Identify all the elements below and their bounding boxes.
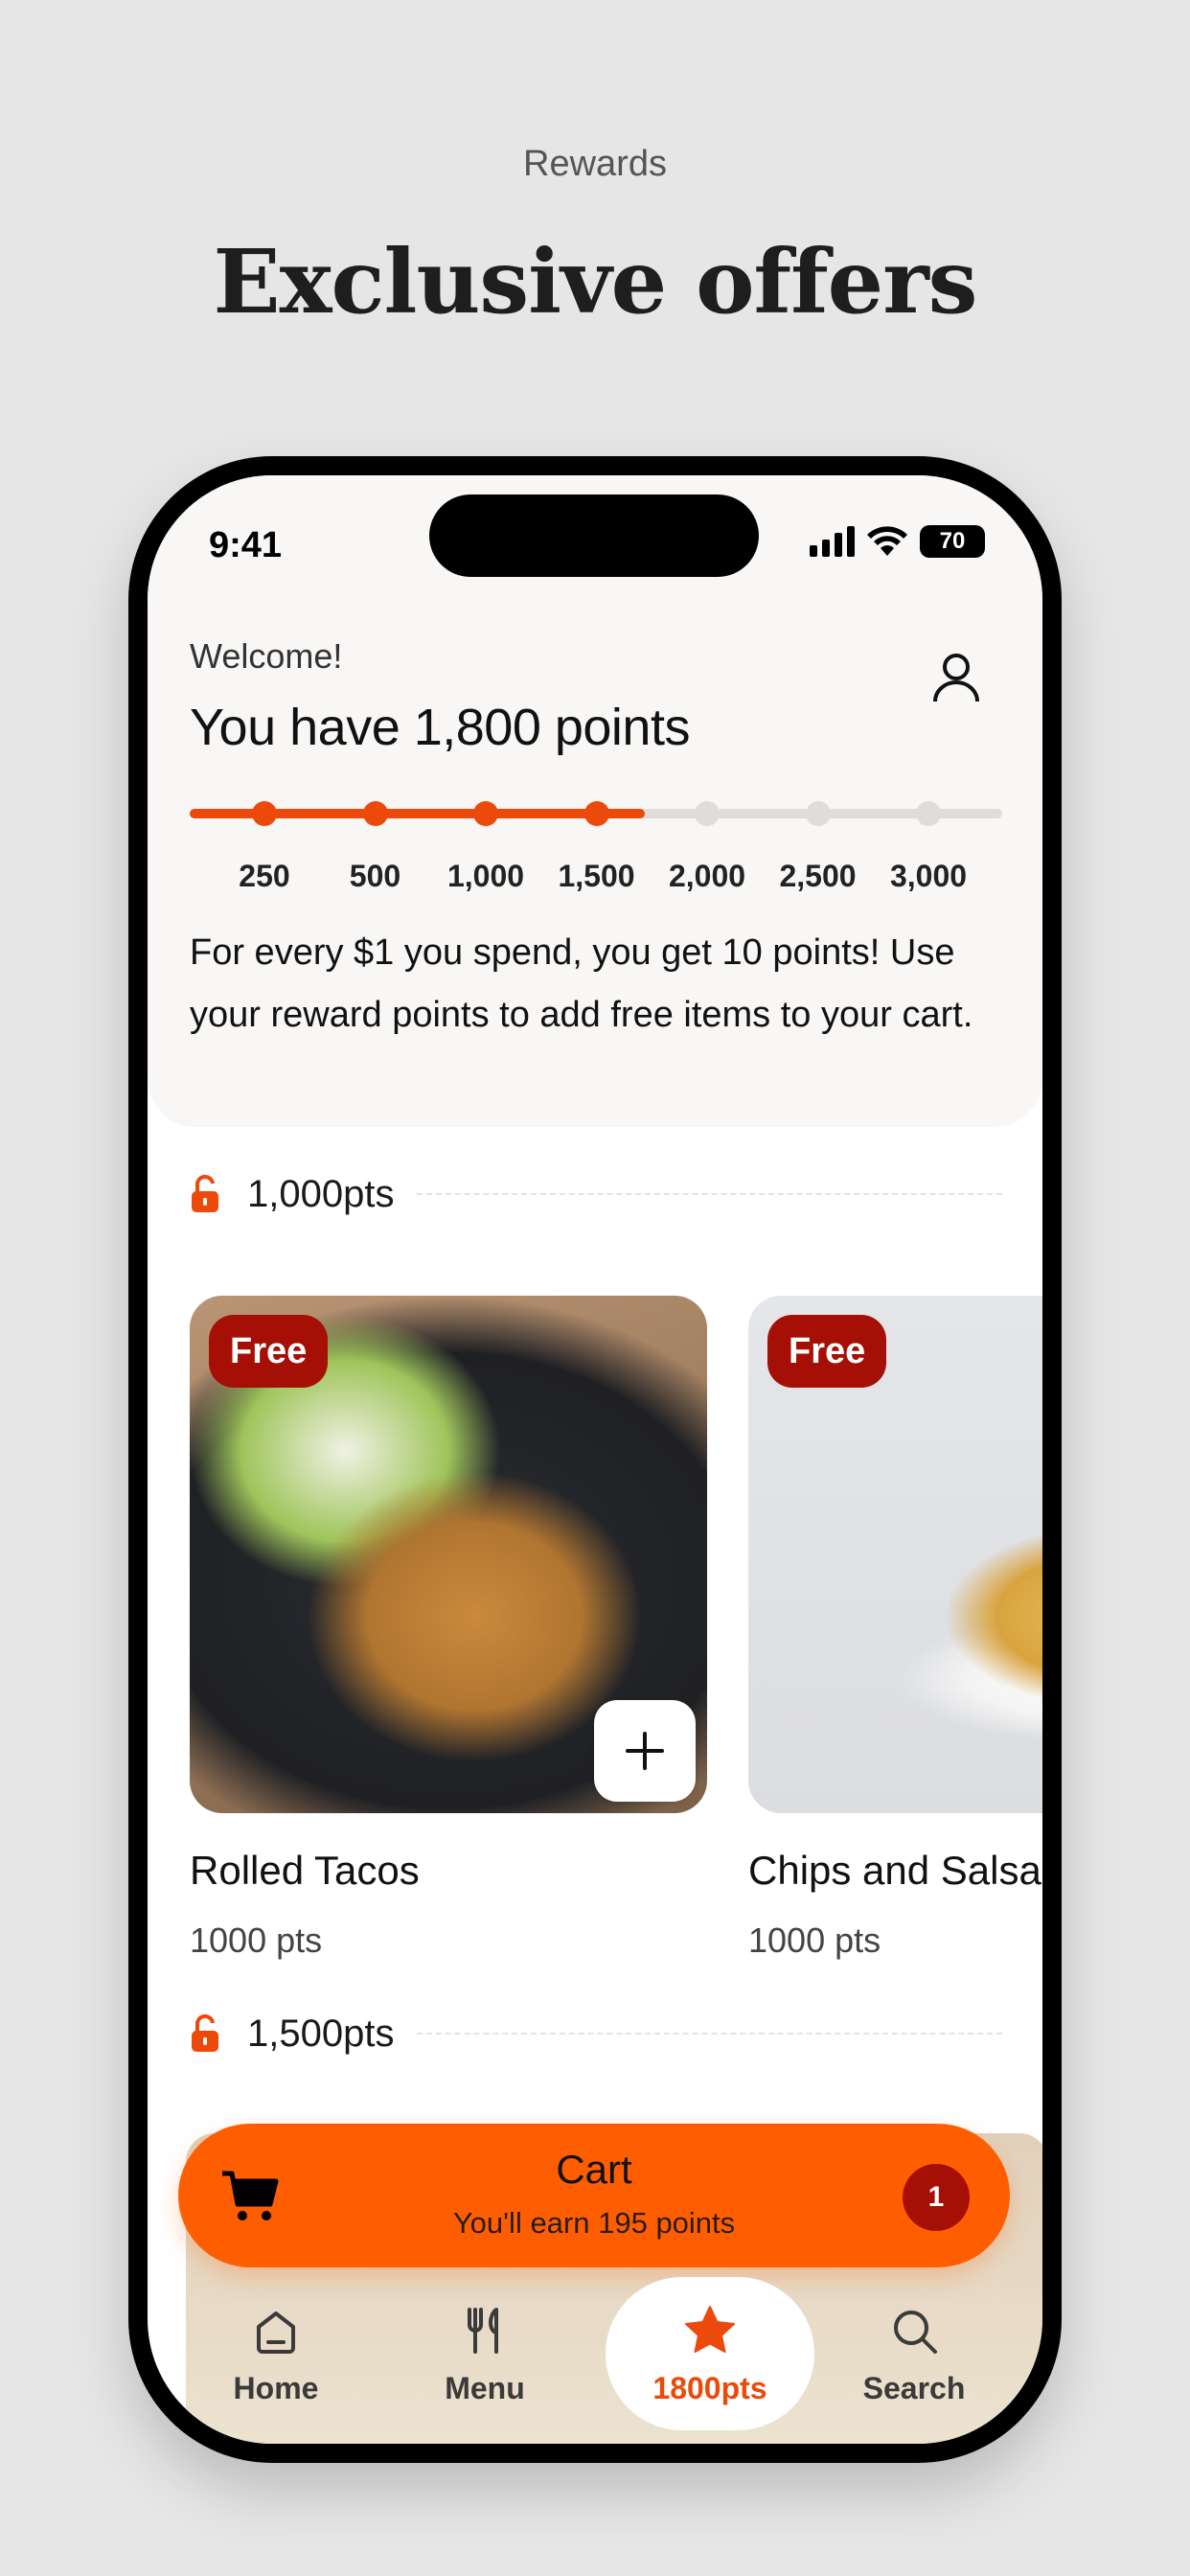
rewards-header-card: 9:41 70 Welcome! You have 1,800 points 2… [148,475,1042,1127]
reward-card[interactable]: Free Rolled Tacos 1000 pts [190,1296,707,1961]
tab-label: Home [233,2370,319,2405]
reward-image-rolled-tacos[interactable]: Free [190,1296,707,1813]
reward-points: 1000 pts [190,1920,323,1960]
page-caption: Rewards [523,144,667,184]
tab-label: Search [862,2370,966,2405]
points-heading: You have 1,800 points [190,699,690,756]
tab-search[interactable]: Search [818,2277,1010,2430]
reward-card[interactable]: Free Chips and Salsa 1000 pts [748,1296,1042,1961]
milestone-label: 2,500 [779,859,857,893]
milestone-label: 2,000 [668,859,746,893]
tab-menu[interactable]: Menu [389,2277,581,2430]
reward-points: 1000 pts [748,1920,881,1960]
tier-label: 1,000pts [247,1172,395,1215]
page-title: Exclusive offers [213,230,978,334]
milestone-dot [916,801,941,826]
tier-divider [417,1193,1002,1195]
free-badge: Free [209,1315,329,1388]
milestone-dot [473,801,498,826]
cart-title: Cart [556,2147,632,2192]
points-progress-bar [190,801,1002,826]
milestone-dot [362,801,388,826]
milestone-label: 500 [349,859,401,893]
milestone-label: 1,000 [446,859,525,893]
tab-rewards[interactable]: 1800pts [606,2277,814,2430]
tier-header: 1,500pts [190,2005,1002,2062]
info-text: For every $1 you spend, you get 10 point… [190,932,973,1035]
status-time: 9:41 [209,525,283,565]
status-icons: 70 [810,525,985,558]
search-icon [894,2310,937,2354]
dynamic-island [429,494,759,577]
tab-label: 1800pts [652,2370,767,2405]
tab-label: Menu [445,2370,525,2405]
battery-indicator: 70 [920,525,985,558]
tier-label: 1,500pts [247,2012,395,2055]
milestone-dot [805,801,831,826]
unlocked-lock-icon [192,1175,218,1212]
utensils-icon [468,2307,498,2354]
reward-image-chips-and-salsa[interactable]: Free [748,1296,1042,1813]
free-badge: Free [767,1315,887,1388]
reward-name: Chips and Salsa [748,1848,1041,1893]
milestone-label: 250 [239,859,290,893]
tier-divider [417,2033,1002,2035]
milestone-dot [584,801,609,826]
milestone-label: 3,000 [889,859,968,893]
plus-icon [626,1732,664,1770]
profile-icon[interactable] [927,648,985,705]
milestone-dot [252,801,277,826]
milestone-dot [695,801,720,826]
welcome-text: Welcome! [190,636,343,676]
cart-count-badge: 1 [903,2164,970,2231]
tab-home[interactable]: Home [180,2277,372,2430]
signal-icon [810,526,855,557]
screen: 9:41 70 Welcome! You have 1,800 points 2… [148,475,1042,2444]
milestone-label: 1,500 [558,859,635,893]
unlocked-lock-icon [192,2014,218,2052]
tier-header: 1,000pts [190,1165,1002,1223]
cart-button[interactable]: Cart You'll earn 195 points 1 [178,2124,1010,2267]
reward-name: Rolled Tacos [190,1848,420,1893]
cart-subtitle: You'll earn 195 points [452,2206,736,2240]
star-icon [685,2305,735,2353]
tab-bar: Home Menu 1800pts Search [148,2277,1042,2444]
home-icon [257,2311,295,2354]
wifi-icon [867,526,907,556]
phone-frame: 9:41 70 Welcome! You have 1,800 points 2… [128,456,1062,2463]
add-to-cart-button[interactable] [594,1700,696,1802]
